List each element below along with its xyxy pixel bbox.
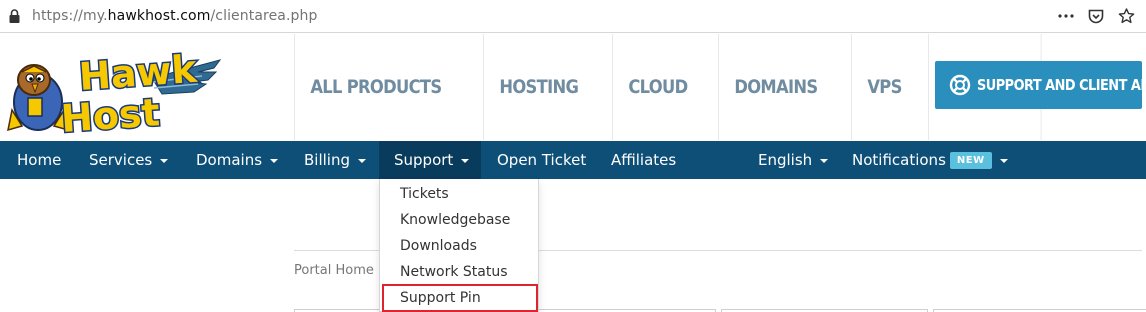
nav-home[interactable]: Home (17, 141, 61, 179)
topnav-vps[interactable]: VPS (851, 34, 917, 140)
nav-services-label: Services (89, 151, 153, 169)
chevron-down-icon (999, 159, 1008, 163)
url-domain: hawkhost.com (107, 8, 211, 24)
breadcrumb[interactable]: Portal Home (294, 263, 374, 278)
topnav-all-products[interactable]: ALL PRODUCTS (294, 34, 457, 140)
chevron-down-icon (461, 159, 470, 163)
menu-item-tickets[interactable]: Tickets (380, 181, 538, 207)
nav-home-label: Home (17, 151, 62, 169)
chevron-down-icon (358, 159, 366, 163)
menu-item-knowledgebase[interactable]: Knowledgebase (380, 207, 538, 233)
nav-notifications-label: Notifications (852, 151, 946, 169)
pocket-icon[interactable] (1086, 6, 1106, 26)
menu-item-downloads[interactable]: Downloads (380, 233, 538, 259)
nav-open-ticket[interactable]: Open Ticket (497, 141, 586, 179)
chevron-down-icon (270, 159, 279, 163)
nav-support[interactable]: Support (379, 141, 481, 179)
svg-text:Host: Host (60, 90, 162, 138)
support-pin-highlight-box (382, 284, 538, 312)
nav-notifications[interactable]: Notifications NEW (852, 141, 1008, 179)
nav-domains[interactable]: Domains (196, 141, 279, 179)
lifebuoy-icon (949, 74, 971, 96)
nav-affiliates[interactable]: Affiliates (611, 141, 676, 179)
menu-item-network-status[interactable]: Network Status (380, 259, 538, 285)
nav-services[interactable]: Services (89, 141, 169, 179)
url-path: /clientarea.php (210, 8, 318, 24)
hawkhost-logo[interactable]: Hawk Host (2, 38, 224, 138)
site-header: Hawk Host ALL PRODUCTS HOSTING CLOUD DOM… (0, 34, 1146, 140)
nav-billing[interactable]: Billing (304, 141, 366, 179)
topnav-hosting[interactable]: HOSTING (483, 34, 594, 140)
chevron-down-icon (160, 159, 169, 163)
support-button-label: SUPPORT AND CLIENT AREA (977, 76, 1146, 94)
url-text[interactable]: https://my.hawkhost.com/clientarea.php (32, 8, 317, 24)
topnav-cloud[interactable]: CLOUD (612, 34, 703, 140)
nav-support-label: Support (394, 151, 454, 169)
support-client-area-button[interactable]: SUPPORT AND CLIENT AREA (935, 61, 1146, 109)
topnav-domains[interactable]: DOMAINS (717, 34, 833, 140)
url-prefix: https://my. (32, 8, 108, 24)
browser-url-bar[interactable]: https://my.hawkhost.com/clientarea.php (0, 0, 1146, 33)
nav-affiliates-label: Affiliates (611, 151, 677, 169)
bookmark-star-icon[interactable] (1116, 6, 1136, 26)
nav-open-ticket-label: Open Ticket (497, 151, 587, 169)
nav-language-label: English (758, 151, 813, 169)
nav-billing-label: Billing (304, 151, 350, 169)
chevron-down-icon (820, 159, 829, 163)
lock-icon (9, 9, 20, 23)
nav-language[interactable]: English (758, 141, 829, 179)
main-navigation: Home Services Domains Billing Support Op… (0, 141, 1146, 179)
nav-domains-label: Domains (196, 151, 263, 169)
breadcrumb-portal-home[interactable]: Portal Home (294, 263, 374, 278)
more-actions-icon[interactable] (1056, 6, 1076, 26)
new-badge: NEW (949, 151, 992, 169)
